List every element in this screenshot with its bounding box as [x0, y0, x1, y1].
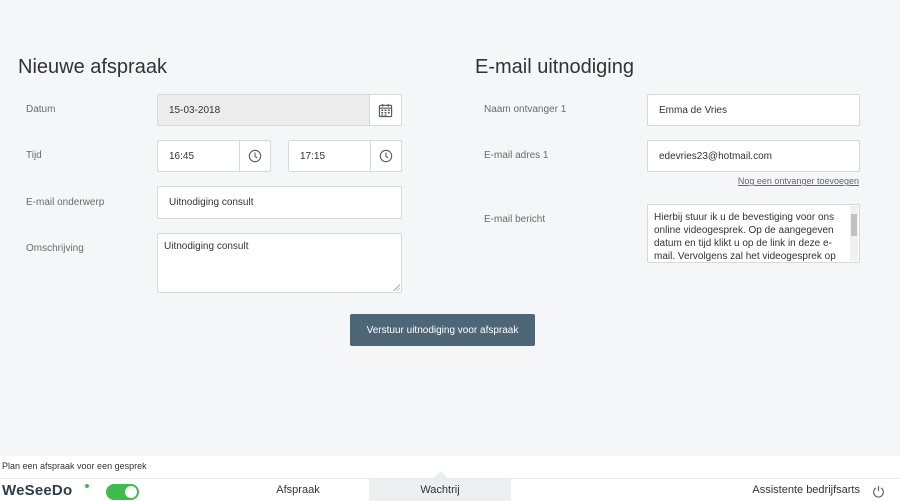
- calendar-icon: [378, 103, 393, 117]
- logout-button[interactable]: [872, 485, 885, 498]
- recipient-name-label: Naam ontvanger 1: [484, 104, 567, 115]
- date-input[interactable]: 15-03-2018: [157, 94, 371, 126]
- email-message-textarea[interactable]: Hierbij stuur ik u de bevestiging voor o…: [647, 204, 860, 263]
- email-subject-label: E-mail onderwerp: [26, 197, 105, 208]
- start-time-picker-button[interactable]: [239, 140, 271, 172]
- email-message-text: Hierbij stuur ik u de bevestiging voor o…: [654, 212, 836, 262]
- power-icon: [873, 485, 884, 498]
- date-label: Datum: [26, 104, 56, 115]
- tab-wachtrij[interactable]: Wachtrij: [369, 479, 511, 501]
- date-picker-button[interactable]: [369, 94, 402, 126]
- clock-icon: [379, 149, 393, 163]
- tab-afspraak[interactable]: Afspraak: [228, 479, 368, 501]
- active-tab-caret: [434, 471, 448, 478]
- description-textarea[interactable]: Uitnodiging consult: [157, 233, 402, 293]
- resize-handle[interactable]: [393, 284, 400, 291]
- recipient-name-input[interactable]: Emma de Vries: [647, 94, 860, 126]
- clock-icon: [248, 149, 262, 163]
- status-bar: Plan een afspraak voor een gesprek: [0, 456, 900, 478]
- add-recipient-link[interactable]: Nog een ontvanger toevoegen: [738, 176, 859, 186]
- description-text: Uitnodiging consult: [164, 241, 249, 252]
- description-label: Omschrijving: [26, 243, 84, 254]
- start-time-input[interactable]: 16:45: [157, 140, 241, 172]
- recipient-email-label: E-mail adres 1: [484, 150, 549, 161]
- email-message-label: E-mail bericht: [484, 214, 546, 225]
- availability-toggle[interactable]: [106, 484, 139, 500]
- message-scrollbar-thumb[interactable]: [851, 214, 857, 236]
- toggle-knob: [125, 486, 137, 498]
- status-text: Plan een afspraak voor een gesprek: [2, 461, 147, 471]
- logo-dot: [85, 484, 89, 488]
- new-appointment-title: Nieuwe afspraak: [18, 56, 167, 78]
- time-label: Tijd: [26, 150, 42, 161]
- email-invitation-title: E-mail uitnodiging: [475, 56, 634, 78]
- end-time-input[interactable]: 17:15: [288, 140, 372, 172]
- end-time-picker-button[interactable]: [370, 140, 402, 172]
- email-subject-input[interactable]: Uitnodiging consult: [157, 186, 402, 219]
- weseedo-logo: WeSeeDo: [2, 482, 73, 499]
- message-scrollbar[interactable]: [850, 206, 858, 261]
- send-invitation-button[interactable]: Verstuur uitnodiging voor afspraak: [350, 314, 535, 346]
- user-role: Assistente bedrijfsarts: [752, 484, 860, 496]
- recipient-email-input[interactable]: edevries23@hotmail.com: [647, 140, 860, 172]
